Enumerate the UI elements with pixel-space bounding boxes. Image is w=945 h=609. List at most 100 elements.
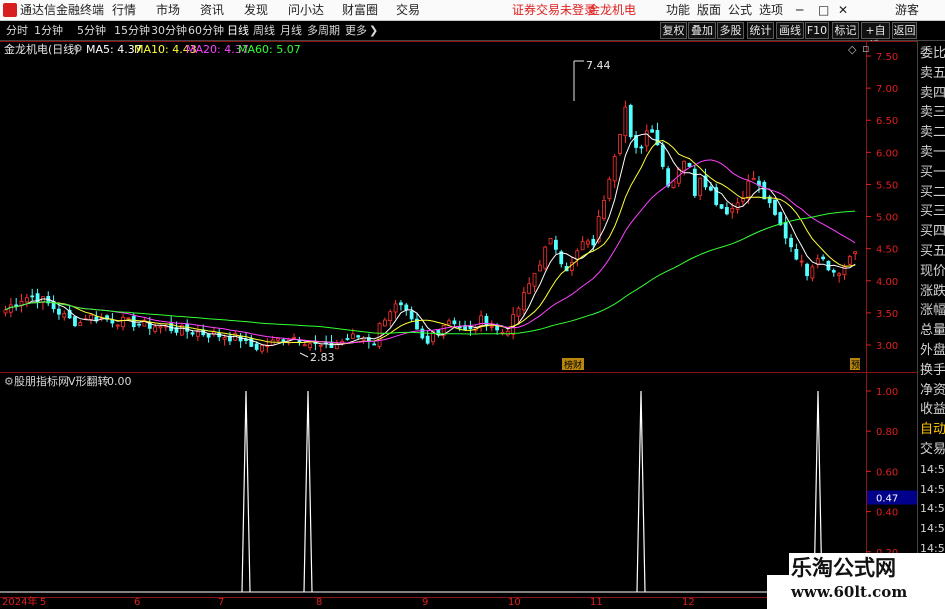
candle-body	[516, 307, 521, 317]
statistics-button[interactable]: 统计	[747, 22, 774, 39]
candle-body	[682, 160, 687, 171]
period-tab-15min[interactable]: 15分钟	[114, 24, 150, 38]
candle-body	[260, 345, 264, 352]
timeline-label: 5	[40, 597, 47, 608]
quote-field-label: 外盘	[920, 343, 945, 358]
candle-body	[30, 295, 35, 298]
candle-body	[730, 207, 735, 213]
quote-field-label: 买二	[920, 184, 945, 200]
menu-function[interactable]: 功能	[666, 3, 690, 18]
app-logo-icon	[3, 3, 17, 17]
candle-body	[837, 273, 842, 276]
candle-body	[612, 155, 617, 182]
settings-icon[interactable]: ⚙	[73, 42, 83, 56]
candle-body	[153, 326, 158, 332]
high-price-label: 7.44	[586, 59, 611, 72]
candle-body	[639, 146, 644, 149]
menu-quotes[interactable]: 行情	[112, 3, 136, 18]
candle-body	[735, 202, 740, 210]
period-tab-5min[interactable]: 5分钟	[77, 24, 106, 38]
candle-body	[628, 104, 633, 138]
kline-chart[interactable]: 7.50 7.00 6.50 6.00 5.50 5.00 4.50 4.00 3.50 3.00…	[0, 41, 917, 372]
candle-body	[586, 240, 590, 245]
menu-news[interactable]: 资讯	[200, 3, 224, 18]
period-tab-daily[interactable]: 日线	[227, 24, 249, 38]
candle-body	[190, 332, 195, 335]
menu-formula[interactable]: 公式	[728, 3, 752, 18]
period-tab-30min[interactable]: 30分钟	[151, 24, 187, 38]
timeline-label: 11	[590, 597, 603, 608]
indicator-settings-icon[interactable]: ⚙	[4, 375, 14, 389]
candle-body	[495, 325, 500, 331]
candle-body	[249, 337, 254, 347]
collapse-icon[interactable]: ▫	[862, 42, 869, 56]
overlay-button[interactable]: 叠加	[688, 22, 716, 39]
quote-field-label: 卖五	[920, 65, 945, 81]
draw-button[interactable]: 画线	[776, 22, 804, 39]
close-icon[interactable]: ✕	[838, 3, 848, 18]
candle-body	[158, 326, 163, 329]
title-stock: 金龙机电	[588, 3, 637, 17]
candle-body	[831, 270, 836, 273]
candle-body	[137, 323, 141, 326]
candle-body	[292, 336, 296, 339]
period-tab-more[interactable]: 更多	[345, 24, 367, 38]
menu-trade[interactable]: 交易	[396, 3, 420, 18]
timeline-label: 9	[422, 597, 429, 608]
menu-options[interactable]: 选项	[759, 3, 783, 18]
mark-button[interactable]: 标记	[832, 22, 859, 39]
candle-body	[206, 333, 211, 338]
candle-body	[527, 283, 532, 294]
menu-ask[interactable]: 问小达	[288, 3, 324, 18]
candle-body	[89, 314, 93, 320]
back-button[interactable]: 返回	[892, 22, 917, 39]
candle-body	[383, 319, 387, 327]
period-tab-60min[interactable]: 60分钟	[188, 24, 224, 38]
indicator-tick-label: 0.40	[876, 508, 898, 519]
quote-field-label: 涨幅	[920, 303, 945, 319]
indicator-chart[interactable]: 1.000.800.600.400.200.47 ⚙ 股朋指标网 V形翻转 0.…	[0, 372, 917, 597]
kline-chart-canvas: 7.50 7.00 6.50 6.00 5.50 5.00 4.50 4.00 3.50 3.00…	[0, 41, 917, 372]
menu-layout[interactable]: 版面	[697, 3, 721, 18]
timeline-label: 12	[682, 597, 695, 608]
menu-discover[interactable]: 发现	[244, 3, 268, 18]
login-warning[interactable]: 证券交易未登录	[512, 3, 596, 18]
period-tab-multi[interactable]: 多周期	[307, 24, 340, 38]
quote-field-label: 买一	[920, 164, 945, 180]
candle-body	[62, 313, 67, 318]
timeline-label: 10	[508, 597, 521, 608]
candle-body	[377, 322, 382, 347]
candle-body	[698, 177, 703, 196]
guest-label[interactable]: 游客	[895, 3, 919, 18]
menu-wealth[interactable]: 财富圈	[342, 3, 378, 18]
quote-field-label: 14:56	[920, 462, 945, 476]
quote-field-label: 自动	[920, 422, 945, 438]
candle-body	[751, 178, 756, 181]
multi-stock-button[interactable]: 多股	[717, 22, 744, 39]
indicator-tick-label: 0.80	[876, 427, 898, 438]
diamond-icon[interactable]: ◇	[848, 43, 856, 57]
candle-body	[73, 316, 77, 327]
period-tab-monthly[interactable]: 月线	[280, 24, 302, 38]
period-tab-weekly[interactable]: 周线	[253, 24, 275, 38]
adjust-button[interactable]: 复权	[660, 22, 687, 39]
period-tab-intraday[interactable]: 分时	[6, 24, 28, 38]
period-tab-1min[interactable]: 1分钟	[34, 24, 63, 38]
more-arrow-icon[interactable]: ❯	[369, 24, 378, 38]
quote-field-label: 现价	[920, 263, 945, 279]
quote-field-label: 收益	[920, 402, 945, 418]
menu-market[interactable]: 市场	[156, 3, 180, 18]
candle-body	[345, 338, 350, 340]
candle-body	[650, 129, 654, 133]
candle-body	[623, 106, 628, 137]
maximize-icon[interactable]: □	[818, 3, 829, 18]
minimize-icon[interactable]: ─	[796, 3, 803, 18]
timeline-label: 7	[218, 597, 225, 608]
f10-button[interactable]: F10	[805, 22, 829, 39]
add-watchlist-button[interactable]: +自选	[861, 22, 890, 52]
quote-panel: 委比 卖五 卖四 卖三 卖二 卖一 买一 买二 买三 买四 买五 现价 涨跌 涨幅 总量 外盘 换手 净资 收益 自动…	[917, 41, 945, 597]
candle-body	[607, 178, 612, 199]
candle-body	[110, 319, 115, 324]
quote-field-label: 卖二	[920, 125, 945, 141]
candle-body	[78, 322, 83, 326]
